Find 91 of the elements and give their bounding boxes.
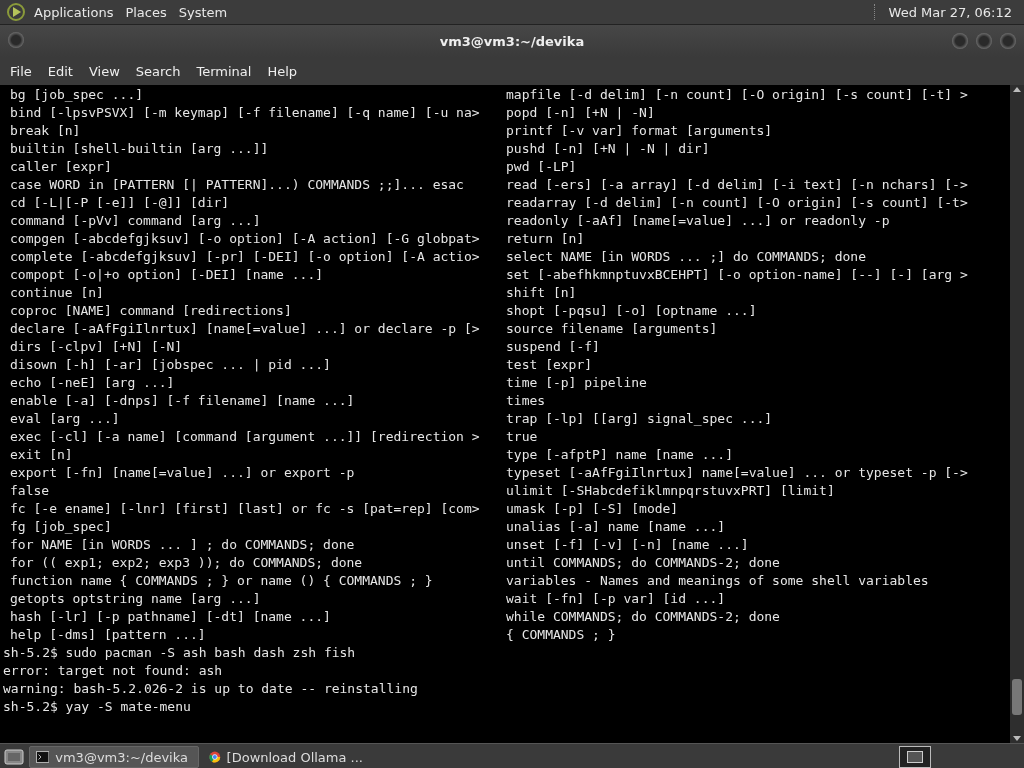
panel-menu[interactable]: Places: [119, 2, 173, 22]
help-line: ulimit [-SHabcdefiklmnpqrstuvxPRT] [limit]: [506, 482, 836, 500]
help-line: help [-dms] [pattern ...]: [10, 626, 207, 644]
menu-item[interactable]: Edit: [39, 61, 81, 81]
help-line: complete [-abcdefgjksuv] [-pr] [-DEI] [-o option] [-A actio>: [10, 248, 481, 266]
help-line: fc [-e ename] [-lnr] [first] [last] or fc -s [pat=rep] [com>: [10, 500, 481, 518]
help-line: true: [506, 428, 539, 446]
panel-menu[interactable]: System: [172, 2, 234, 22]
window-control-button[interactable]: [952, 33, 968, 49]
help-line: caller [expr]: [10, 158, 113, 176]
help-line: dirs [-clpv] [+N] [-N]: [10, 338, 184, 356]
help-line: umask [-p] [-S] [mode]: [506, 500, 680, 518]
help-line: enable [-a] [-dnps] [-f filename] [name ...]: [10, 392, 356, 410]
terminal-line: warning: bash-5.2.026-2 is up to date -- reinstalling: [3, 681, 418, 696]
help-line: bg [job_spec ...]: [10, 86, 145, 104]
help-line: continue [n]: [10, 284, 105, 302]
terminal-line: sh-5.2$ sudo pacman -S ash bash dash zsh fish: [3, 645, 356, 660]
menu-item[interactable]: Terminal: [188, 61, 260, 81]
help-line: typeset [-aAfFgiIlnrtux] name[=value] ... or typeset -p [->: [506, 464, 969, 482]
help-line: suspend [-f]: [506, 338, 601, 356]
help-line: command [-pVv] command [arg ...]: [10, 212, 262, 230]
window-icon: [907, 751, 923, 763]
help-line: test [expr]: [506, 356, 594, 374]
help-line: set [-abefhkmnptuvxBCEHPT] [-o option-name] [--] [-] [arg >: [506, 266, 969, 284]
help-line: printf [-v var] format [arguments]: [506, 122, 774, 140]
help-line: exec [-cl] [-a name] [command [argument ...]] [redirection >: [10, 428, 481, 446]
help-line: bind [-lpsvPSVX] [-m keymap] [-f filename] [-q name] [-u na>: [10, 104, 481, 122]
help-line: case WORD in [PATTERN [| PATTERN]...) COMMANDS ;;]... esac: [10, 176, 465, 194]
help-line: while COMMANDS; do COMMANDS-2; done: [506, 608, 781, 626]
help-line: select NAME [in WORDS ... ;] do COMMANDS; done: [506, 248, 868, 266]
scrollbar[interactable]: [1010, 85, 1024, 743]
help-line: mapfile [-d delim] [-n count] [-O origin] [-s count] [-t] >: [506, 86, 969, 104]
taskbar-button[interactable]: vm3@vm3:~/devika: [29, 746, 199, 768]
help-line: shopt [-pqsu] [-o] [optname ...]: [506, 302, 758, 320]
help-line: coproc [NAME] command [redirections]: [10, 302, 293, 320]
help-line: popd [-n] [+N | -N]: [506, 104, 656, 122]
window-control-button[interactable]: [8, 31, 24, 48]
window-control-button[interactable]: [1000, 33, 1016, 49]
app-menu-icon[interactable]: [6, 2, 26, 22]
browser-icon: [209, 749, 221, 765]
help-line: return [n]: [506, 230, 586, 248]
menu-item[interactable]: View: [80, 61, 128, 81]
menu-item[interactable]: Search: [127, 61, 189, 81]
help-line: unset [-f] [-v] [-n] [name ...]: [506, 536, 750, 554]
clock[interactable]: Wed Mar 27, 06:12: [882, 2, 1018, 22]
help-line: for NAME [in WORDS ... ] ; do COMMANDS; done: [10, 536, 356, 554]
help-line: false: [10, 482, 51, 500]
terminal-icon: [36, 750, 50, 764]
help-line: source filename [arguments]: [506, 320, 719, 338]
help-line: wait [-fn] [-p var] [id ...]: [506, 590, 727, 608]
help-line: echo [-neE] [arg ...]: [10, 374, 176, 392]
help-line: read [-ers] [-a array] [-d delim] [-i text] [-n nchars] [->: [506, 176, 969, 194]
window-title: vm3@vm3:~/devika: [438, 33, 586, 49]
help-line: readarray [-d delim] [-n count] [-O origin] [-s count] [-t>: [506, 194, 969, 212]
window-control-button[interactable]: [976, 33, 992, 49]
help-line: unalias [-a] name [name ...]: [506, 518, 727, 536]
panel-menu[interactable]: Applications: [28, 2, 120, 22]
help-line: hash [-lr] [-p pathname] [-dt] [name ...]: [10, 608, 332, 626]
menu-item[interactable]: Help: [259, 61, 306, 81]
help-line: { COMMANDS ; }: [506, 626, 617, 644]
taskbar-button[interactable]: [Download Ollama ...: [203, 746, 373, 768]
help-line: fg [job_spec]: [10, 518, 113, 536]
help-line: times: [506, 392, 547, 410]
help-line: time [-p] pipeline: [506, 374, 648, 392]
help-line: until COMMANDS; do COMMANDS-2; done: [506, 554, 781, 572]
help-line: exit [n]: [10, 446, 74, 464]
help-line: builtin [shell-builtin [arg ...]]: [10, 140, 270, 158]
help-line: shift [n]: [506, 284, 578, 302]
help-line: eval [arg ...]: [10, 410, 121, 428]
help-line: break [n]: [10, 122, 82, 140]
help-line: declare [-aAfFgiIlnrtux] [name[=value] ...] or declare -p [>: [10, 320, 481, 338]
menu-item[interactable]: File: [2, 61, 40, 81]
help-line: export [-fn] [name[=value] ...] or export -p: [10, 464, 356, 482]
help-line: compgen [-abcdefgjksuv] [-o option] [-A action] [-G globpat>: [10, 230, 481, 248]
help-line: cd [-L|[-P [-e]] [-@]] [dir]: [10, 194, 231, 212]
help-line: pushd [-n] [+N | -N | dir]: [506, 140, 711, 158]
help-line: readonly [-aAf] [name[=value] ...] or readonly -p: [506, 212, 891, 230]
show-desktop-icon[interactable]: [3, 747, 25, 767]
help-line: for (( exp1; exp2; exp3 )); do COMMANDS; done: [10, 554, 364, 572]
help-line: compopt [-o|+o option] [-DEI] [name ...]: [10, 266, 325, 284]
help-line: trap [-lp] [[arg] signal_spec ...]: [506, 410, 774, 428]
help-line: variables - Names and meanings of some shell variables: [506, 572, 930, 590]
help-line: type [-afptP] name [name ...]: [506, 446, 734, 464]
help-line: function name { COMMANDS ; } or name () { COMMANDS ; }: [10, 572, 434, 590]
workspace-switcher[interactable]: [899, 746, 931, 768]
help-line: getopts optstring name [arg ...]: [10, 590, 262, 608]
help-line: disown [-h] [-ar] [jobspec ... | pid ...]: [10, 356, 332, 374]
terminal-line: sh-5.2$ yay -S mate-menu: [3, 699, 191, 714]
terminal-line: error: target not found: ash: [3, 663, 223, 678]
help-line: pwd [-LP]: [506, 158, 578, 176]
scrollbar-thumb[interactable]: [1012, 679, 1022, 715]
